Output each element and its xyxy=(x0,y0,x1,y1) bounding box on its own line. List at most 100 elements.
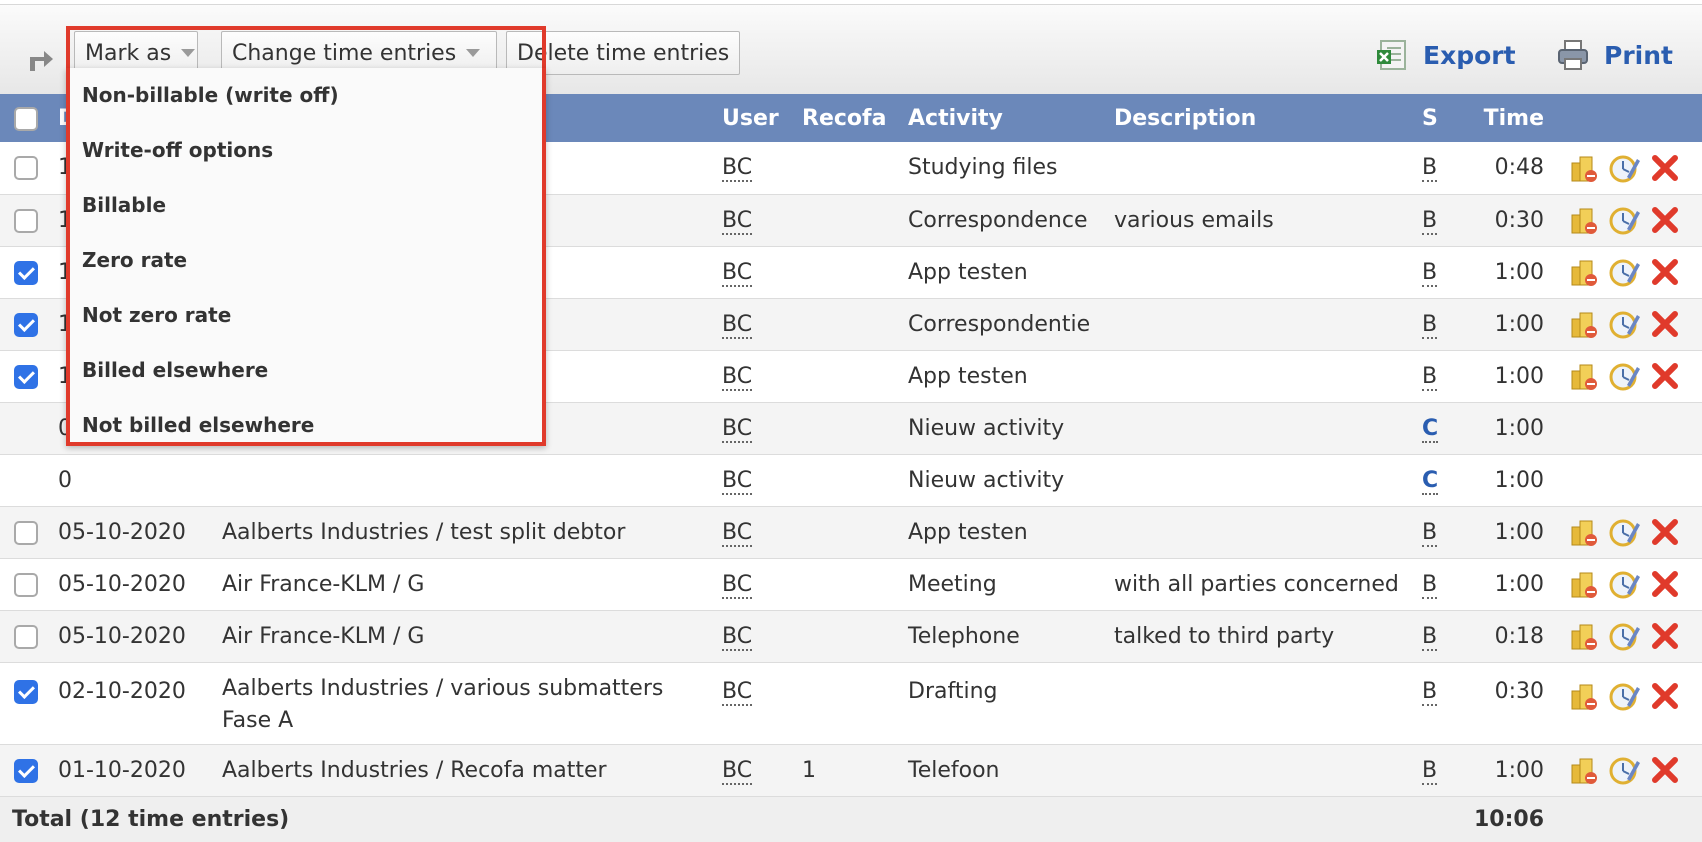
invoice-icon[interactable] xyxy=(1566,203,1600,237)
user-cell: BC xyxy=(710,350,790,403)
row-checkbox[interactable] xyxy=(14,758,38,783)
select-cell xyxy=(0,298,46,351)
time-cell: 1:00 xyxy=(1458,454,1554,507)
edit-timer-icon[interactable] xyxy=(1607,567,1641,601)
user-abbr: BC xyxy=(722,311,753,339)
table-row[interactable]: 01-10-2020 Aalberts Industries / Recofa m… xyxy=(0,744,1702,797)
date-cell: 05-10-2020 xyxy=(46,610,210,663)
edit-timer-icon[interactable] xyxy=(1607,203,1641,237)
status-cell: B xyxy=(1410,246,1458,299)
select-all-cell xyxy=(0,94,46,142)
header-actions xyxy=(1554,94,1702,142)
menu-item-zero-rate[interactable]: Zero rate xyxy=(70,233,542,288)
invoice-icon[interactable] xyxy=(1566,753,1600,787)
header-time[interactable]: Time xyxy=(1458,94,1554,142)
invoice-icon[interactable] xyxy=(1566,515,1600,549)
menu-item-write-off-options[interactable]: Write-off options xyxy=(70,123,542,178)
invoice-icon[interactable] xyxy=(1566,255,1600,289)
header-activity[interactable]: Activity xyxy=(896,94,1102,142)
row-checkbox[interactable] xyxy=(14,260,38,285)
select-cell xyxy=(0,194,46,247)
header-status[interactable]: S xyxy=(1410,94,1458,142)
edit-timer-icon[interactable] xyxy=(1607,255,1641,289)
menu-item-not-zero-rate[interactable]: Not zero rate xyxy=(70,288,542,343)
recofa-cell xyxy=(790,298,896,351)
time-cell: 0:30 xyxy=(1458,194,1554,247)
header-user[interactable]: User xyxy=(710,94,790,142)
user-abbr: BC xyxy=(722,207,753,235)
table-row[interactable]: 02-10-2020 Aalberts Industries / various … xyxy=(0,662,1702,745)
date-cell: 05-10-2020 xyxy=(46,506,210,559)
menu-item-billed-elsewhere[interactable]: Billed elsewhere xyxy=(70,343,542,398)
delete-icon[interactable] xyxy=(1648,515,1682,549)
invoice-icon[interactable] xyxy=(1566,567,1600,601)
table-row[interactable]: 05-10-2020 Aalberts Industries / test spl… xyxy=(0,506,1702,559)
mark-as-label: Mark as xyxy=(85,40,172,66)
menu-item-not-billed-elsewhere[interactable]: Not billed elsewhere xyxy=(70,398,542,453)
status-code[interactable]: C xyxy=(1422,415,1439,443)
actions-cell xyxy=(1554,506,1702,559)
invoice-icon[interactable] xyxy=(1566,151,1600,185)
edit-timer-icon[interactable] xyxy=(1607,619,1641,653)
row-checkbox[interactable] xyxy=(14,156,38,181)
edit-timer-icon[interactable] xyxy=(1607,753,1641,787)
invoice-icon[interactable] xyxy=(1566,679,1600,713)
user-abbr: BC xyxy=(722,415,753,443)
edit-timer-icon[interactable] xyxy=(1607,151,1641,185)
select-cell xyxy=(0,402,46,455)
header-recofa[interactable]: Recofa xyxy=(790,94,896,142)
time-cell: 1:00 xyxy=(1458,298,1554,351)
invoice-icon[interactable] xyxy=(1566,307,1600,341)
date-cell: 01-10-2020 xyxy=(46,744,210,797)
actions-cell xyxy=(1554,610,1702,663)
status-cell: B xyxy=(1410,142,1458,195)
total-time: 10:06 xyxy=(1458,796,1554,842)
menu-item-billable[interactable]: Billable xyxy=(70,178,542,233)
status-cell: B xyxy=(1410,194,1458,247)
delete-icon[interactable] xyxy=(1648,567,1682,601)
time-entries-app: Mark as Change time entries Delete time … xyxy=(0,0,1702,842)
export-link[interactable]: Export xyxy=(1375,35,1516,75)
recofa-cell: 1 xyxy=(790,744,896,797)
invoice-icon[interactable] xyxy=(1566,359,1600,393)
menu-item-non-billable[interactable]: Non-billable (write off) xyxy=(70,68,542,123)
edit-timer-icon[interactable] xyxy=(1607,359,1641,393)
header-description[interactable]: Description xyxy=(1102,94,1410,142)
delete-icon[interactable] xyxy=(1648,151,1682,185)
change-time-entries-label: Change time entries xyxy=(232,40,457,66)
row-checkbox[interactable] xyxy=(14,312,38,337)
user-cell: BC xyxy=(710,298,790,351)
status-code[interactable]: C xyxy=(1422,467,1439,495)
delete-icon[interactable] xyxy=(1648,619,1682,653)
table-row[interactable]: 0 BC Nieuw activity C 1:00 xyxy=(0,454,1702,507)
chevron-down-icon xyxy=(466,49,481,57)
select-all-checkbox[interactable] xyxy=(14,106,38,131)
date-cell: 0 xyxy=(46,454,210,507)
delete-icon[interactable] xyxy=(1648,359,1682,393)
row-checkbox[interactable] xyxy=(14,679,38,704)
status-code: B xyxy=(1422,623,1438,651)
delete-icon[interactable] xyxy=(1648,307,1682,341)
row-checkbox[interactable] xyxy=(14,520,38,545)
edit-timer-icon[interactable] xyxy=(1607,307,1641,341)
row-checkbox[interactable] xyxy=(14,572,38,597)
print-link[interactable]: Print xyxy=(1556,35,1673,75)
select-cell xyxy=(0,558,46,611)
row-checkbox[interactable] xyxy=(14,624,38,649)
row-checkbox[interactable] xyxy=(14,364,38,389)
invoice-icon[interactable] xyxy=(1566,619,1600,653)
row-checkbox[interactable] xyxy=(14,208,38,233)
edit-timer-icon[interactable] xyxy=(1607,679,1641,713)
table-row[interactable]: 05-10-2020 Air France-KLM / G BC Meeting wit… xyxy=(0,558,1702,611)
time-cell: 0:18 xyxy=(1458,610,1554,663)
delete-icon[interactable] xyxy=(1648,753,1682,787)
delete-icon[interactable] xyxy=(1648,679,1682,713)
table-row[interactable]: 05-10-2020 Air France-KLM / G BC Telephone t… xyxy=(0,610,1702,663)
edit-timer-icon[interactable] xyxy=(1607,515,1641,549)
time-cell: 1:00 xyxy=(1458,246,1554,299)
time-cell: 0:30 xyxy=(1458,662,1554,745)
delete-icon[interactable] xyxy=(1648,255,1682,289)
user-abbr: BC xyxy=(722,363,753,391)
delete-icon[interactable] xyxy=(1648,203,1682,237)
select-cell xyxy=(0,662,46,745)
